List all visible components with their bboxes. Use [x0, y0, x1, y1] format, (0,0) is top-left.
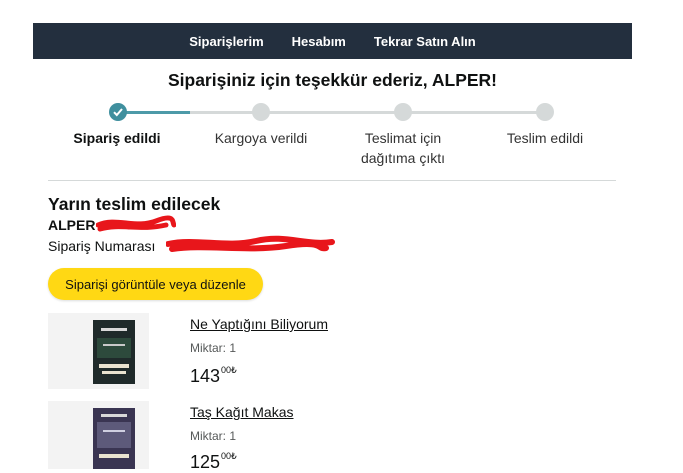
item-price-fraction-2: 00₺	[221, 451, 237, 461]
nav-account-link[interactable]: Hesabım	[292, 34, 346, 49]
top-nav: Siparişlerim Hesabım Tekrar Satın Alın	[33, 23, 632, 59]
step-out-for-delivery-line1: Teslimat için	[364, 130, 442, 146]
item-quantity-1: Miktar: 1	[190, 341, 237, 355]
view-or-edit-order-button[interactable]: Siparişi görüntüle veya düzenle	[48, 268, 263, 300]
item-price-main-1: 143	[190, 366, 221, 386]
redaction-mark	[96, 215, 176, 232]
item-thumbnail-2[interactable]	[48, 401, 149, 469]
book-cover-image-1	[93, 320, 135, 384]
step-out-for-delivery-line2: dağıtıma çıktı	[360, 150, 446, 166]
step-shipped-label: Kargoya verildi	[214, 130, 308, 146]
redaction-mark-order-number	[166, 235, 335, 252]
step-delivered-dot	[536, 103, 554, 121]
order-number-label: Sipariş Numarası	[48, 238, 156, 254]
item-price-main-2: 125	[190, 452, 221, 472]
nav-orders-link[interactable]: Siparişlerim	[189, 34, 263, 49]
progress-track-completed	[118, 111, 190, 114]
thank-you-heading: Siparişiniz için teşekkür ederiz, ALPER!	[167, 70, 498, 90]
item-thumbnail-1[interactable]	[48, 313, 149, 389]
item-title-link-1[interactable]: Ne Yaptığını Biliyorum	[190, 316, 328, 332]
item-price-fraction-1: 00₺	[221, 365, 237, 375]
delivery-heading: Yarın teslim edilecek	[48, 194, 221, 214]
nav-buy-again-link[interactable]: Tekrar Satın Alın	[374, 34, 476, 49]
step-delivered-label: Teslim edildi	[506, 130, 584, 146]
step-out-for-delivery-dot	[394, 103, 412, 121]
section-divider	[48, 180, 616, 181]
step-shipped-dot	[252, 103, 270, 121]
step-ordered-check-icon	[109, 103, 127, 121]
item-price-1: 14300₺	[190, 365, 237, 387]
item-title-link-2[interactable]: Taş Kağıt Makas	[190, 404, 294, 420]
step-ordered-label: Sipariş edildi	[73, 130, 161, 146]
item-quantity-2: Miktar: 1	[190, 429, 237, 443]
step-out-for-delivery-label: Teslimat için dağıtıma çıktı	[343, 128, 463, 168]
checkmark-icon	[113, 108, 123, 117]
book-cover-image-2	[93, 408, 135, 469]
item-price-2: 12500₺	[190, 451, 237, 473]
